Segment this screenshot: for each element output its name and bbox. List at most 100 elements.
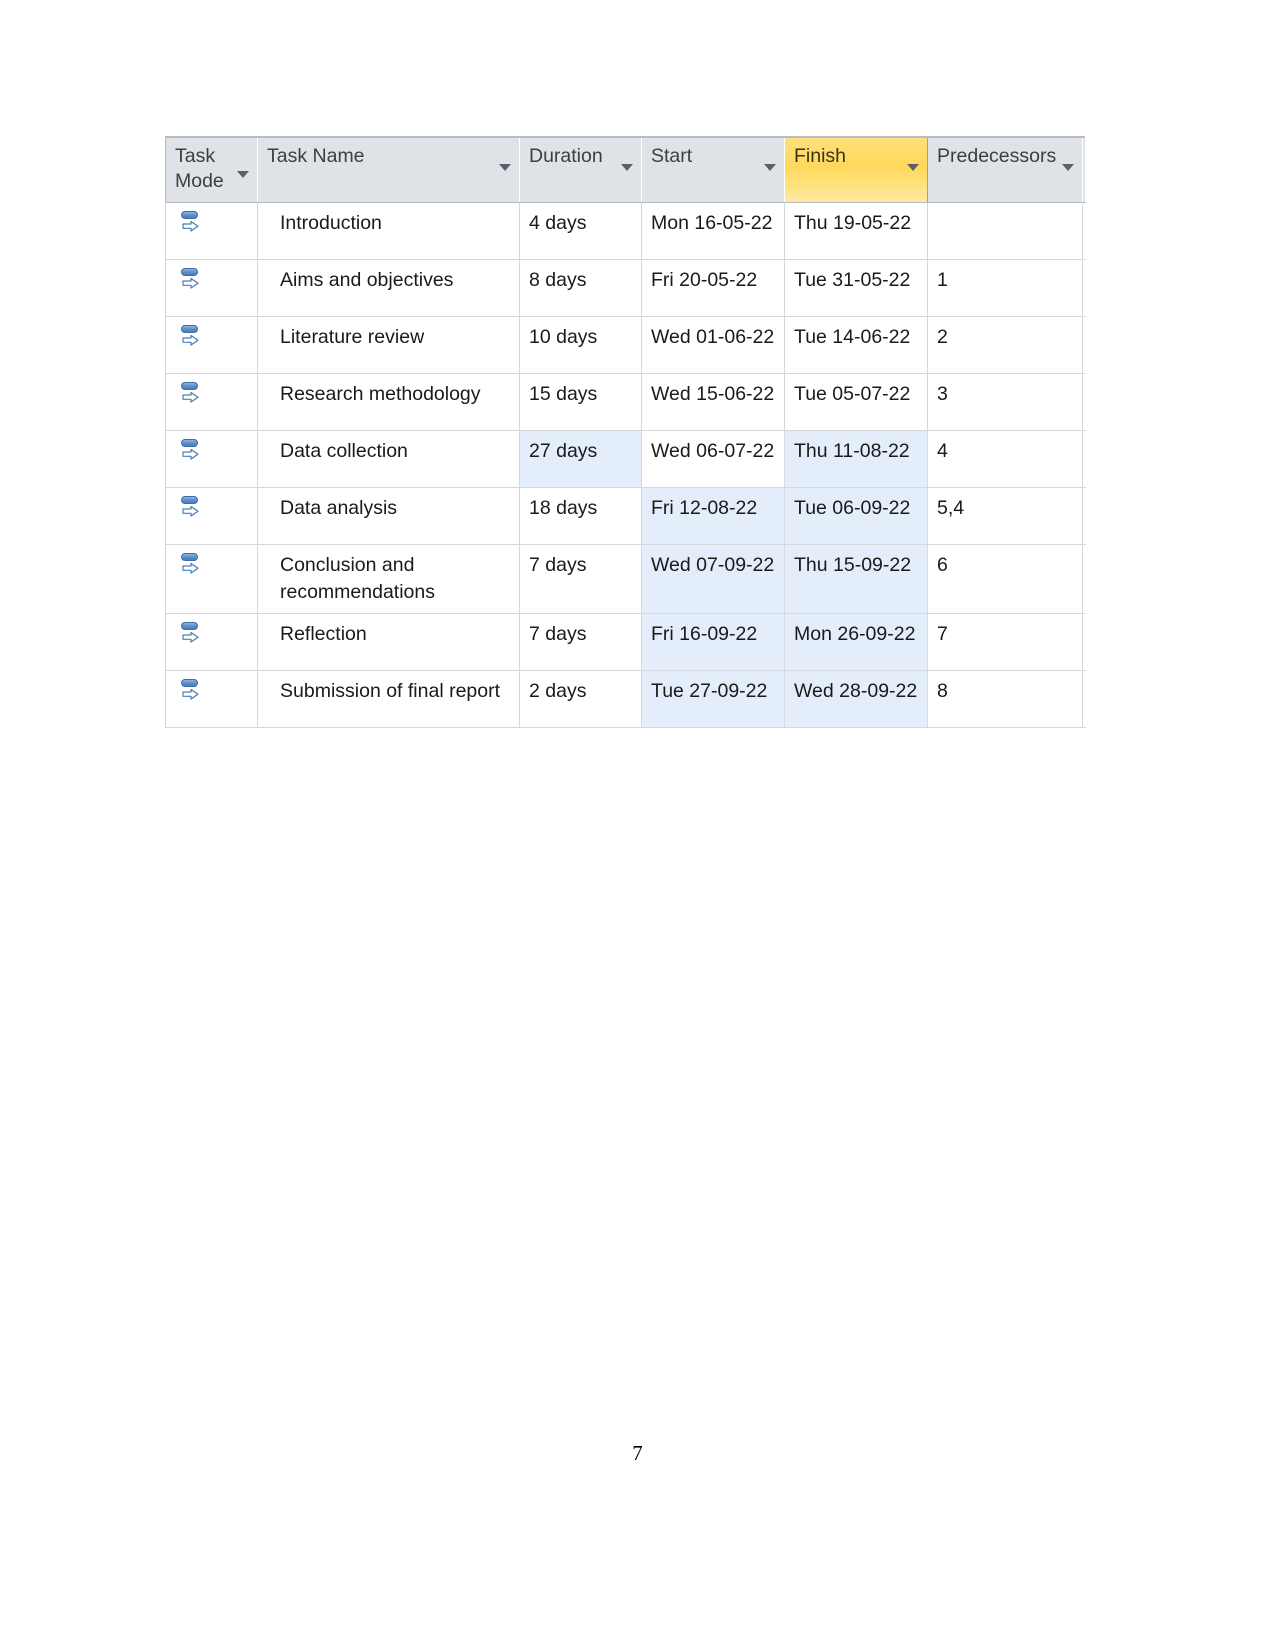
cell-start[interactable]: Mon 16-05-22 (641, 202, 785, 260)
cell-finish-text: Tue 06-09-22 (794, 497, 911, 519)
cell-task-name[interactable]: Reflection (257, 613, 520, 671)
filter-arrow-task-mode-icon[interactable] (237, 171, 249, 178)
auto-scheduled-icon[interactable] (180, 211, 200, 233)
cell-start[interactable]: Wed 15-06-22 (641, 373, 785, 431)
cell-predecessors[interactable]: 6 (927, 544, 1083, 614)
cell-predecessors-text: 7 (937, 623, 948, 645)
cell-task-name[interactable]: Introduction (257, 202, 520, 260)
table-row[interactable]: Introduction 4 days Mon 16-05-22 Thu 19-05-… (165, 202, 1086, 260)
cell-finish[interactable]: Thu 11-08-22 (784, 430, 928, 488)
cell-predecessors[interactable]: 7 (927, 613, 1083, 671)
cell-finish[interactable]: Thu 15-09-22 (784, 544, 928, 614)
cell-duration[interactable]: 8 days (519, 259, 642, 317)
cell-start[interactable]: Tue 27-09-22 (641, 670, 785, 728)
column-header-task-mode[interactable]: Task Mode (165, 138, 258, 203)
auto-scheduled-icon[interactable] (180, 496, 200, 518)
cell-finish[interactable]: Tue 06-09-22 (784, 487, 928, 545)
cell-task-mode[interactable] (165, 670, 258, 728)
cell-duration[interactable]: 7 days (519, 613, 642, 671)
cell-predecessors[interactable]: 3 (927, 373, 1083, 431)
auto-scheduled-icon[interactable] (180, 268, 200, 290)
cell-task-name[interactable]: Data analysis (257, 487, 520, 545)
column-header-duration[interactable]: Duration (519, 138, 642, 203)
cell-task-name-text: Data analysis (280, 497, 398, 519)
cell-start[interactable]: Fri 16-09-22 (641, 613, 785, 671)
cell-predecessors[interactable]: 5,4 (927, 487, 1083, 545)
cell-predecessors-text: 3 (937, 383, 948, 405)
cell-predecessors[interactable]: 8 (927, 670, 1083, 728)
table-body: Introduction 4 days Mon 16-05-22 Thu 19-05-… (165, 202, 1086, 728)
auto-scheduled-icon[interactable] (180, 325, 200, 347)
header-row: Task Mode Task Name Duration Start Finis… (165, 138, 1086, 203)
cell-start[interactable]: Wed 07-09-22 (641, 544, 785, 614)
cell-start[interactable]: Wed 06-07-22 (641, 430, 785, 488)
column-header-task-name[interactable]: Task Name (257, 138, 520, 203)
auto-scheduled-icon[interactable] (180, 382, 200, 404)
table-row[interactable]: Data collection 27 days Wed 06-07-22 Thu 11… (165, 430, 1086, 488)
cell-predecessors-text: 6 (937, 554, 948, 576)
filter-arrow-predecessors-icon[interactable] (1062, 164, 1074, 171)
cell-finish-text: Wed 28-09-22 (794, 680, 918, 702)
cell-finish[interactable]: Tue 14-06-22 (784, 316, 928, 374)
cell-duration[interactable]: 10 days (519, 316, 642, 374)
table-row[interactable]: Reflection 7 days Fri 16-09-22 Mon 26-09-22… (165, 613, 1086, 671)
cell-predecessors[interactable]: 2 (927, 316, 1083, 374)
table-row[interactable]: Literature review 10 days Wed 01-06-22 Tue … (165, 316, 1086, 374)
cell-start[interactable]: Fri 12-08-22 (641, 487, 785, 545)
cell-duration[interactable]: 7 days (519, 544, 642, 614)
cell-task-name[interactable]: Research methodology (257, 373, 520, 431)
cell-finish[interactable]: Mon 26-09-22 (784, 613, 928, 671)
cell-predecessors-text: 5,4 (937, 497, 965, 519)
cell-duration[interactable]: 4 days (519, 202, 642, 260)
auto-scheduled-icon[interactable] (180, 622, 200, 644)
cell-task-mode[interactable] (165, 430, 258, 488)
table-row[interactable]: Submission of final report 2 days Tue 27-0… (165, 670, 1086, 728)
cell-predecessors-text: 4 (937, 440, 948, 462)
cell-task-name-text: Data collection (280, 440, 408, 462)
cell-task-name-text: Conclusion and recommendations (280, 554, 435, 603)
cell-predecessors[interactable] (927, 202, 1083, 260)
cell-finish[interactable]: Tue 31-05-22 (784, 259, 928, 317)
cell-task-mode[interactable] (165, 316, 258, 374)
cell-start[interactable]: Fri 20-05-22 (641, 259, 785, 317)
column-header-predecessors[interactable]: Predecessors (927, 138, 1083, 203)
auto-scheduled-icon[interactable] (180, 553, 200, 575)
cell-predecessors[interactable]: 4 (927, 430, 1083, 488)
page-number: 7 (632, 1441, 643, 1465)
table-row[interactable]: Aims and objectives 8 days Fri 20-05-22 Tue… (165, 259, 1086, 317)
cell-finish[interactable]: Tue 05-07-22 (784, 373, 928, 431)
cell-task-mode[interactable] (165, 373, 258, 431)
cell-task-name[interactable]: Conclusion and recommendations (257, 544, 520, 614)
cell-task-mode[interactable] (165, 487, 258, 545)
cell-task-name[interactable]: Data collection (257, 430, 520, 488)
cell-duration[interactable]: 2 days (519, 670, 642, 728)
column-header-start[interactable]: Start (641, 138, 785, 203)
auto-scheduled-icon[interactable] (180, 679, 200, 701)
auto-scheduled-icon[interactable] (180, 439, 200, 461)
cell-task-name[interactable]: Literature review (257, 316, 520, 374)
filter-arrow-duration-icon[interactable] (621, 164, 633, 171)
cell-task-mode[interactable] (165, 259, 258, 317)
filter-arrow-task-name-icon[interactable] (499, 164, 511, 171)
cell-predecessors[interactable]: 1 (927, 259, 1083, 317)
cell-duration[interactable]: 15 days (519, 373, 642, 431)
project-schedule-grid: Task Mode Task Name Duration Start Finis… (165, 136, 1086, 728)
cell-duration[interactable]: 27 days (519, 430, 642, 488)
cell-finish[interactable]: Wed 28-09-22 (784, 670, 928, 728)
table-row[interactable]: Data analysis 18 days Fri 12-08-22 Tue 06-0… (165, 487, 1086, 545)
filter-arrow-start-icon[interactable] (764, 164, 776, 171)
cell-task-name[interactable]: Submission of final report (257, 670, 520, 728)
column-header-finish[interactable]: Finish (784, 138, 928, 203)
filter-arrow-finish-icon[interactable] (907, 164, 919, 171)
cell-task-mode[interactable] (165, 544, 258, 614)
cell-start[interactable]: Wed 01-06-22 (641, 316, 785, 374)
cell-task-mode[interactable] (165, 613, 258, 671)
cell-duration-text: 10 days (529, 326, 598, 348)
table-row[interactable]: Conclusion and recommendations 7 days Wed … (165, 544, 1086, 614)
cell-finish[interactable]: Thu 19-05-22 (784, 202, 928, 260)
cell-task-name[interactable]: Aims and objectives (257, 259, 520, 317)
cell-predecessors-text: 1 (937, 269, 948, 291)
table-row[interactable]: Research methodology 15 days Wed 15-06-22 T… (165, 373, 1086, 431)
cell-task-mode[interactable] (165, 202, 258, 260)
cell-duration[interactable]: 18 days (519, 487, 642, 545)
